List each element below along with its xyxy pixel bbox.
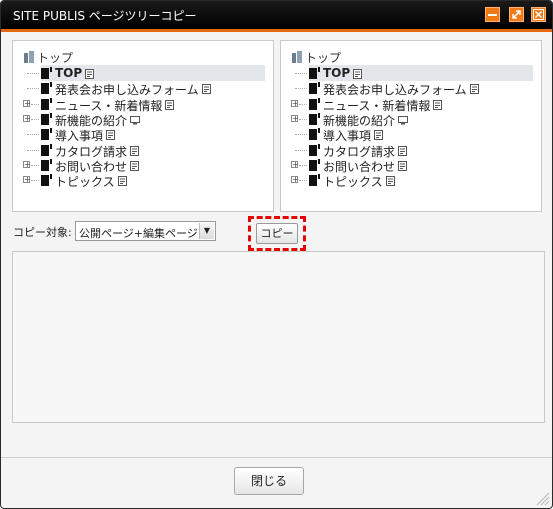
expand-plus-icon[interactable]: + xyxy=(23,160,31,168)
tree-connector xyxy=(295,134,307,136)
tree-node[interactable]: 発表会お申し込みフォーム xyxy=(21,80,267,97)
resize-grip-icon[interactable] xyxy=(534,490,550,506)
close-window-button[interactable] xyxy=(531,7,546,22)
destination-tree-panel[interactable]: トップ TOP 発表会お申し込みフォーム + ニュース・新着情報 + 新機能の紹介 導入事項… xyxy=(280,40,542,212)
page-icon xyxy=(386,176,395,189)
result-area xyxy=(12,251,545,423)
site-root-icon xyxy=(24,51,34,63)
page-folder-icon xyxy=(41,174,53,189)
tree-node[interactable]: + トピックス xyxy=(21,172,267,190)
tree-node-label: トピックス xyxy=(55,175,115,190)
maximize-button[interactable] xyxy=(509,7,524,22)
tree-node[interactable]: + 新機能の紹介 xyxy=(289,111,535,128)
tree-connector xyxy=(295,149,307,151)
tree-node-label: TOP xyxy=(55,66,83,80)
expand-plus-icon[interactable]: + xyxy=(291,114,299,122)
expand-plus-icon[interactable]: + xyxy=(23,114,31,122)
tree-node[interactable]: カタログ請求 xyxy=(21,142,267,159)
tree-connector xyxy=(299,103,307,105)
dropdown-arrow-icon[interactable]: ▼ xyxy=(199,223,214,239)
tree-node[interactable]: カタログ請求 xyxy=(289,142,535,159)
page-folder-icon xyxy=(309,174,321,189)
source-tree-panel[interactable]: トップ TOP 発表会お申し込みフォーム + ニュース・新着情報 + 新機能の紹介 導入事項… xyxy=(12,40,274,212)
expand-arrows-icon xyxy=(512,10,521,19)
copy-button[interactable]: コピー xyxy=(256,223,298,244)
tree-connector xyxy=(31,164,39,166)
close-button[interactable]: 閉じる xyxy=(234,467,304,495)
tree-connector xyxy=(295,88,307,90)
tree-connector xyxy=(31,103,39,105)
copy-target-value: 公開ページ+編集ページ xyxy=(79,227,198,240)
copy-target-label: コピー対象: xyxy=(13,226,72,239)
tree-connector xyxy=(27,73,39,74)
expand-plus-icon[interactable]: + xyxy=(23,176,31,184)
tree-connector xyxy=(27,134,39,136)
tree-connector xyxy=(299,118,307,120)
tree-connector xyxy=(295,73,307,74)
tree-node[interactable]: 導入事項 xyxy=(21,126,267,143)
tree-node[interactable]: + お問い合わせ xyxy=(289,157,535,174)
expand-plus-icon[interactable]: + xyxy=(23,99,31,107)
tree-connector xyxy=(27,88,39,90)
tree-connector xyxy=(299,180,307,182)
tree-node[interactable]: 導入事項 xyxy=(289,126,535,143)
page-icon xyxy=(118,176,127,189)
title-bar[interactable]: SITE PUBLIS ページツリーコピー xyxy=(1,1,552,32)
expand-plus-icon[interactable]: + xyxy=(291,160,299,168)
site-root-icon xyxy=(292,51,302,63)
tree-node[interactable]: 発表会お申し込みフォーム xyxy=(289,80,535,97)
tree-connector xyxy=(27,149,39,151)
tree-node[interactable]: + お問い合わせ xyxy=(21,157,267,174)
minimize-icon xyxy=(488,14,497,16)
tree-node-label: トピックス xyxy=(323,175,383,190)
expand-plus-icon[interactable]: + xyxy=(291,99,299,107)
tree-root-label: トップ xyxy=(37,51,74,65)
copy-target-select[interactable]: 公開ページ+編集ページ ▼ xyxy=(75,221,216,241)
tree-node-label: TOP xyxy=(323,66,351,80)
tree-node[interactable]: TOP xyxy=(289,65,535,81)
tree-node[interactable]: + トピックス xyxy=(289,172,535,190)
tree-connector xyxy=(31,118,39,120)
window-title: SITE PUBLIS ページツリーコピー xyxy=(13,9,197,23)
tree-root[interactable]: トップ xyxy=(23,49,73,65)
minimize-button[interactable] xyxy=(485,7,500,22)
tree-node[interactable]: + ニュース・新着情報 xyxy=(289,96,535,113)
tree-node[interactable]: + ニュース・新着情報 xyxy=(21,96,267,113)
expand-plus-icon[interactable]: + xyxy=(291,176,299,184)
tree-root[interactable]: トップ xyxy=(291,49,341,65)
copy-dialog: SITE PUBLIS ページツリーコピー トップ TOP 発表会お申し込みフォー… xyxy=(0,0,553,509)
tree-node[interactable]: + 新機能の紹介 xyxy=(21,111,267,128)
tree-node[interactable]: TOP xyxy=(21,65,267,81)
close-x-icon xyxy=(533,9,544,20)
copy-button-highlight: コピー xyxy=(248,216,306,251)
tree-root-label: トップ xyxy=(305,51,342,65)
footer-divider xyxy=(1,457,552,458)
tree-connector xyxy=(299,164,307,166)
tree-connector xyxy=(31,180,39,182)
